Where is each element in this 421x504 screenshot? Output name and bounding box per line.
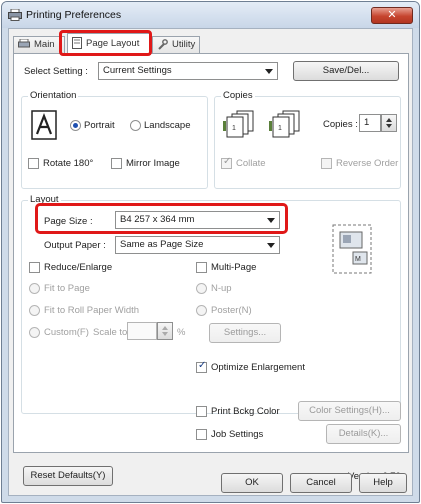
tab-utility-label: Utility	[172, 39, 196, 50]
copies-stepper[interactable]	[381, 114, 397, 132]
tab-main[interactable]: Main	[13, 36, 65, 54]
chevron-down-icon	[265, 69, 273, 74]
portrait-label: Portrait	[84, 120, 115, 131]
print-bckg-color-checkbox[interactable]	[196, 406, 207, 417]
svg-text:M: M	[355, 256, 361, 263]
poster-radio[interactable]	[196, 305, 207, 316]
rotate-180-checkbox[interactable]	[28, 158, 39, 169]
save-del-button[interactable]: Save/Del...	[293, 61, 399, 81]
mirror-image-label: Mirror Image	[126, 158, 180, 169]
landscape-radio[interactable]	[130, 120, 141, 131]
output-paper-label: Output Paper :	[44, 240, 106, 251]
cancel-button[interactable]: Cancel	[290, 473, 352, 493]
poster-label: Poster(N)	[211, 305, 252, 316]
rotate-180-label: Rotate 180°	[43, 158, 94, 169]
multi-page-label: Multi-Page	[211, 262, 257, 273]
tab-main-label: Main	[34, 39, 55, 50]
layout-title: Layout	[28, 194, 61, 205]
reset-defaults-button[interactable]: Reset Defaults(Y)	[23, 466, 113, 486]
printing-preferences-window: Printing Preferences ✕ Main Page Layout	[1, 1, 420, 503]
copies-group: Copies 11 Copies : 1 Collat	[214, 90, 401, 189]
output-paper-dropdown[interactable]: Same as Page Size	[115, 236, 280, 254]
optimize-enlargement-checkbox[interactable]	[196, 360, 207, 373]
optimize-enlargement-label: Optimize Enlargement	[211, 362, 305, 373]
collate-label: Collate	[236, 158, 266, 169]
select-setting-dropdown[interactable]: Current Settings	[98, 62, 278, 80]
tab-page-layout[interactable]: Page Layout	[67, 33, 151, 55]
color-settings-button[interactable]: Color Settings(H)...	[298, 401, 401, 421]
tab-utility[interactable]: Utility	[152, 36, 200, 54]
fit-to-page-label: Fit to Page	[44, 283, 90, 294]
collate-checkbox[interactable]	[221, 156, 232, 169]
job-settings-label: Job Settings	[211, 429, 264, 440]
reverse-order-label: Reverse Order	[336, 158, 399, 169]
output-paper-value: Same as Page Size	[120, 239, 204, 250]
copies-label: Copies :	[323, 119, 358, 130]
scale-stepper[interactable]	[157, 322, 173, 340]
n-up-label: N-up	[211, 283, 232, 294]
layout-preview-icon: M	[332, 224, 372, 274]
printer-icon	[18, 39, 30, 48]
dialog-client: Main Page Layout Utility Select Setting …	[8, 28, 413, 496]
title-bar[interactable]: Printing Preferences ✕	[2, 2, 419, 28]
select-setting-value: Current Settings	[103, 65, 172, 76]
reverse-order-checkbox[interactable]	[321, 158, 332, 169]
collate-stack-icon: 11	[223, 110, 300, 138]
page-size-label: Page Size :	[44, 216, 93, 227]
portrait-radio[interactable]	[70, 120, 81, 131]
page-layout-icon	[72, 37, 82, 50]
percent-label: %	[177, 327, 186, 338]
wrench-icon	[158, 39, 168, 50]
ok-button[interactable]: OK	[221, 473, 283, 493]
select-setting-label: Select Setting :	[24, 66, 88, 77]
settings-button[interactable]: Settings...	[209, 323, 281, 343]
custom-radio[interactable]	[29, 327, 40, 338]
copies-title: Copies	[221, 90, 255, 101]
landscape-label: Landscape	[144, 120, 191, 131]
chevron-down-icon	[267, 218, 275, 223]
copies-value: 1	[364, 117, 370, 128]
copies-input[interactable]: 1	[359, 114, 381, 132]
portrait-page-icon	[31, 110, 57, 140]
help-button[interactable]: Help	[359, 473, 407, 493]
printer-icon	[8, 9, 22, 21]
scale-input[interactable]	[127, 322, 157, 340]
svg-text:1: 1	[232, 125, 236, 132]
reduce-enlarge-label: Reduce/Enlarge	[44, 262, 113, 273]
close-button[interactable]: ✕	[371, 7, 413, 24]
fit-to-page-radio[interactable]	[29, 283, 40, 294]
reduce-enlarge-checkbox[interactable]	[29, 262, 40, 273]
scale-to-label: Scale to	[93, 327, 128, 338]
n-up-radio[interactable]	[196, 283, 207, 294]
tab-page-layout-label: Page Layout	[86, 38, 140, 49]
print-bckg-color-label: Print Bckg Color	[211, 406, 280, 417]
page-layout-panel: Select Setting : Current Settings Save/D…	[13, 53, 409, 486]
fit-to-roll-label: Fit to Roll Paper Width	[44, 305, 140, 316]
fit-to-roll-radio[interactable]	[29, 305, 40, 316]
custom-label: Custom(F)	[44, 327, 89, 338]
svg-text:1: 1	[278, 125, 282, 132]
job-settings-checkbox[interactable]	[196, 429, 207, 440]
window-title: Printing Preferences	[26, 9, 122, 21]
multi-page-checkbox[interactable]	[196, 262, 207, 273]
details-button[interactable]: Details(K)...	[326, 424, 401, 444]
chevron-down-icon	[267, 243, 275, 248]
page-size-value: B4 257 x 364 mm	[120, 214, 195, 225]
orientation-title: Orientation	[28, 90, 79, 101]
page-size-dropdown[interactable]: B4 257 x 364 mm	[115, 211, 280, 229]
mirror-image-checkbox[interactable]	[111, 158, 122, 169]
orientation-group: Orientation Portrait Landscape Rotate 18…	[21, 90, 208, 189]
